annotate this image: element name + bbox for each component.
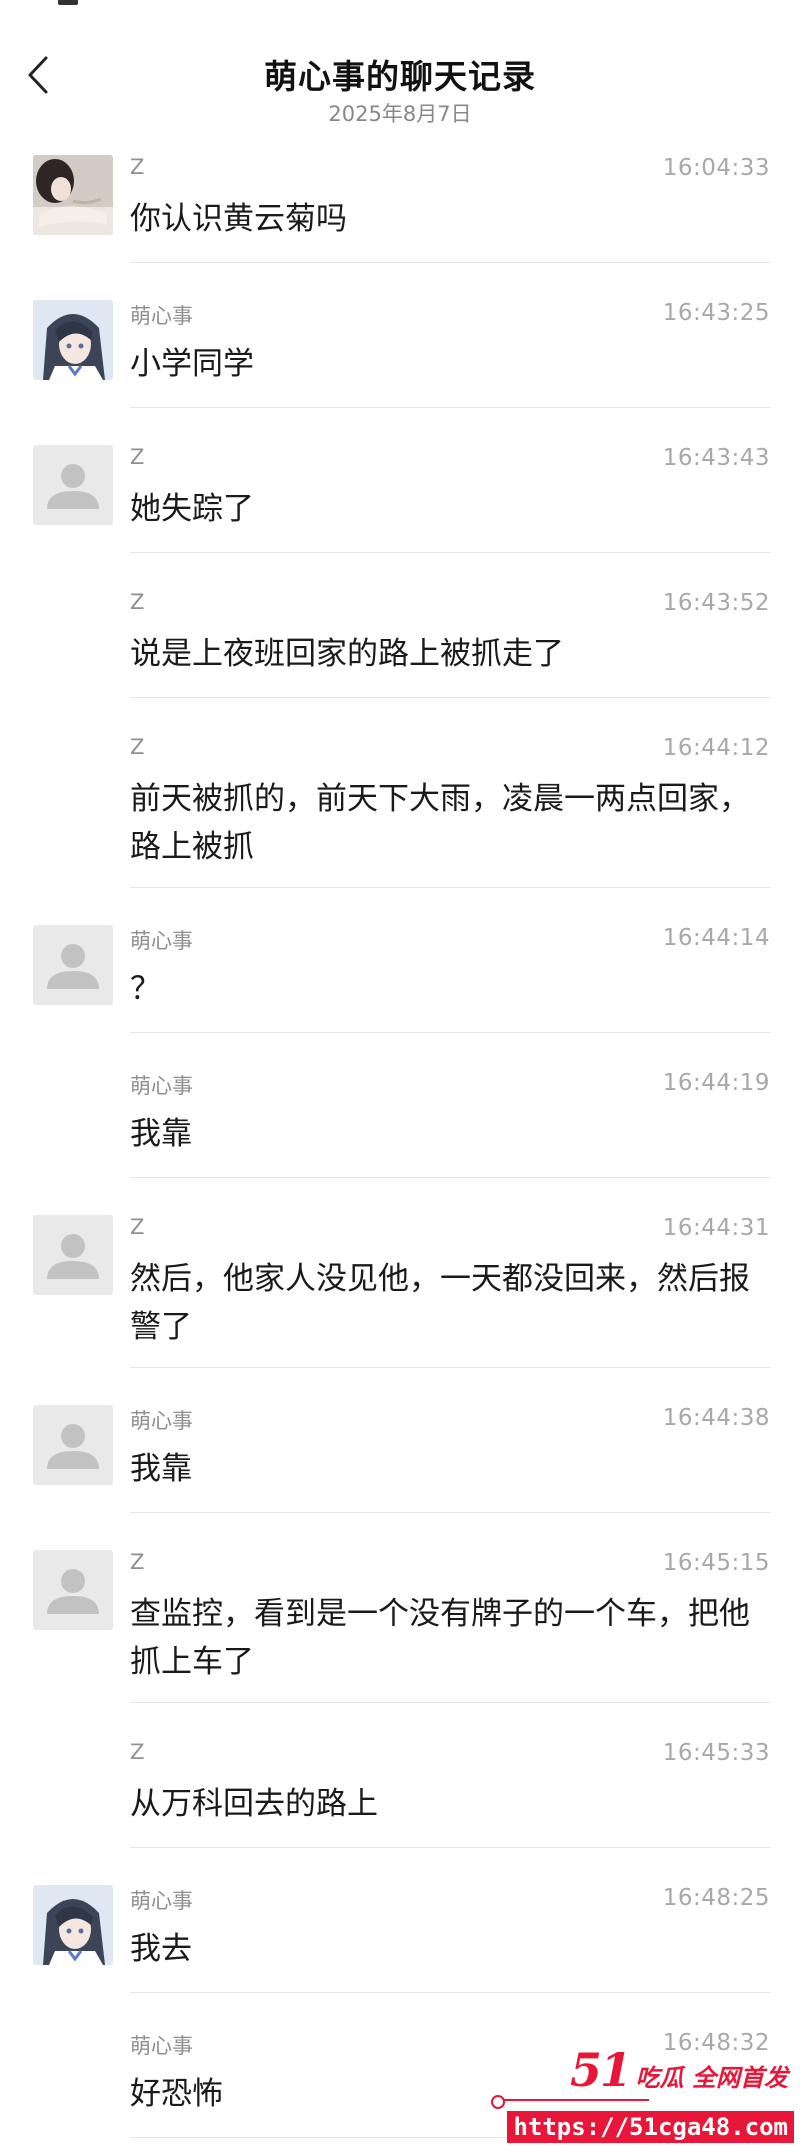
avatar-photo [33, 1885, 113, 1965]
sender-name: Z [130, 735, 145, 759]
message-time: 16:04:33 [662, 155, 770, 181]
message-divider [130, 697, 770, 698]
avatar[interactable] [33, 445, 113, 525]
message-time: 16:44:14 [662, 925, 770, 951]
message-time: 16:43:43 [662, 445, 770, 471]
default-avatar-icon [33, 925, 113, 1005]
message-time: 16:43:52 [662, 590, 770, 616]
message-time: 16:48:25 [662, 1885, 770, 1911]
status-glyph [58, 0, 78, 5]
avatar[interactable] [33, 300, 113, 380]
sender-name: Z [130, 1215, 145, 1239]
message-text: ？ [130, 971, 161, 1007]
message-divider [130, 407, 770, 408]
sender-name: 萌心事 [130, 929, 193, 953]
avatar[interactable] [33, 155, 113, 235]
message-time: 16:44:38 [662, 1405, 770, 1431]
message-text: 查监控，看到是一个没有牌子的一个车，把他抓上车了 [130, 1596, 750, 1680]
site-watermark: 51 吃瓜 全网首发 https://51cga48.com [489, 2043, 794, 2143]
status-bar-remnant [0, 0, 800, 8]
message-divider [130, 887, 770, 888]
watermark-number: 51 [570, 2043, 632, 2097]
message-divider [130, 1847, 770, 1848]
watermark-tagline: 吃瓜 全网首发 [635, 2063, 788, 2092]
message-divider [130, 1702, 770, 1703]
watermark-line [491, 2095, 649, 2109]
message-text: 说是上夜班回家的路上被抓走了 [130, 636, 564, 672]
message-time: 16:44:31 [662, 1215, 770, 1241]
sender-name: Z [130, 1550, 145, 1574]
message-text: 你认识黄云菊吗 [130, 201, 347, 237]
message-time: 16:44:19 [662, 1070, 770, 1096]
sender-name: Z [130, 155, 145, 179]
message-divider [130, 1992, 770, 1993]
watermark-url: https://51cga48.com [507, 2111, 794, 2143]
record-date: 2025年8月7日 [328, 102, 472, 126]
sender-name: 萌心事 [130, 304, 193, 328]
sender-name: 萌心事 [130, 1409, 193, 1433]
message-text: 我靠 [130, 1451, 192, 1487]
sender-name: Z [130, 1740, 145, 1764]
avatar[interactable] [33, 1885, 113, 1965]
message-divider [130, 1177, 770, 1178]
message-divider [130, 1032, 770, 1033]
watermark-brand: 51 吃瓜 全网首发 [570, 2043, 788, 2097]
sender-name: Z [130, 590, 145, 614]
sender-name: 萌心事 [130, 2034, 193, 2058]
message-divider [130, 1512, 770, 1513]
message-time: 16:44:12 [662, 735, 770, 761]
sender-name: 萌心事 [130, 1889, 193, 1913]
message-text: 我去 [130, 1931, 192, 1967]
avatar[interactable] [33, 1405, 113, 1485]
message-text: 我靠 [130, 1116, 192, 1152]
sender-name: Z [130, 445, 145, 469]
message-divider [130, 262, 770, 263]
chat-record-header: 萌心事的聊天记录 2025年8月7日 [0, 20, 800, 130]
avatar[interactable] [33, 925, 113, 1005]
default-avatar-icon [33, 1550, 113, 1630]
default-avatar-icon [33, 1215, 113, 1295]
message-divider [130, 552, 770, 553]
message-text: 她失踪了 [130, 491, 254, 527]
message-text: 小学同学 [130, 346, 254, 382]
message-text: 前天被抓的，前天下大雨，凌晨一两点回家，路上被抓 [130, 781, 750, 865]
avatar[interactable] [33, 1215, 113, 1295]
sender-name: 萌心事 [130, 1074, 193, 1098]
message-time: 16:45:33 [662, 1740, 770, 1766]
avatar-photo [33, 155, 113, 235]
avatar[interactable] [33, 1550, 113, 1630]
message-text: 从万科回去的路上 [130, 1786, 378, 1822]
default-avatar-icon [33, 445, 113, 525]
avatar-photo [33, 300, 113, 380]
default-avatar-icon [33, 1405, 113, 1485]
message-time: 16:43:25 [662, 300, 770, 326]
message-divider [130, 1367, 770, 1368]
message-text: 然后，他家人没见他，一天都没回来，然后报警了 [130, 1261, 750, 1345]
message-time: 16:45:15 [662, 1550, 770, 1576]
page-title: 萌心事的聊天记录 [264, 57, 536, 96]
